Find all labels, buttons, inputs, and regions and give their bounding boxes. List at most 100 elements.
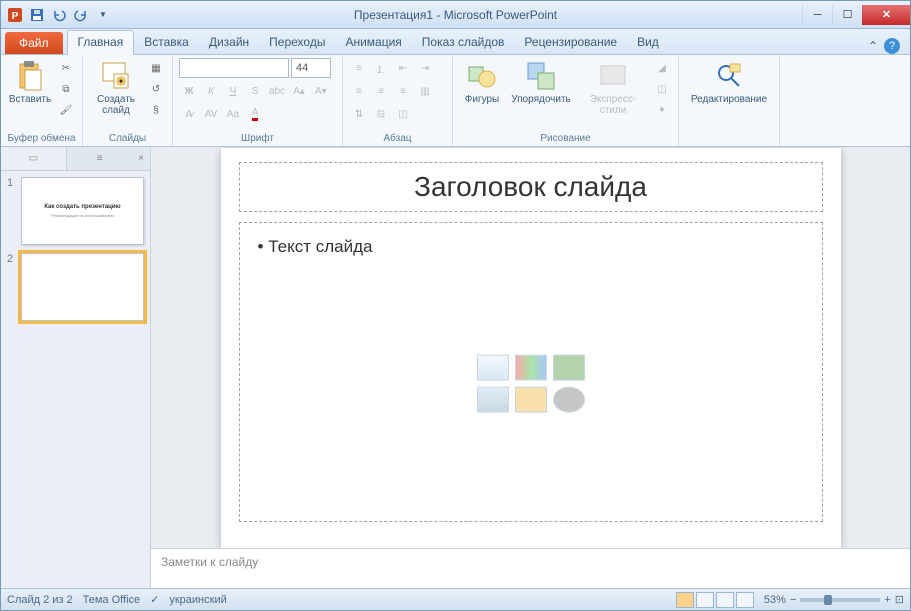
- font-family-combo[interactable]: [179, 58, 289, 78]
- tab-design[interactable]: Дизайн: [199, 31, 259, 54]
- smartart-convert-icon[interactable]: ◫: [393, 104, 413, 124]
- format-painter-icon[interactable]: 🖌: [56, 100, 76, 120]
- grow-font-icon[interactable]: A▴: [289, 81, 309, 101]
- group-editing: Редактирование: [679, 55, 780, 146]
- font-color-icon[interactable]: A: [245, 104, 265, 124]
- group-drawing: Фигуры Упорядочить Экспресс-стили ◢ ◫ ✦ …: [453, 55, 679, 146]
- insert-media-icon[interactable]: [553, 386, 585, 412]
- tab-animation[interactable]: Анимация: [335, 31, 411, 54]
- zoom-level[interactable]: 53%: [764, 594, 786, 606]
- redo-icon[interactable]: [71, 5, 91, 25]
- columns-icon[interactable]: ▥: [415, 81, 435, 101]
- tab-view[interactable]: Вид: [627, 31, 669, 54]
- save-icon[interactable]: [27, 5, 47, 25]
- copy-icon[interactable]: ⧉: [56, 79, 76, 99]
- tab-file[interactable]: Файл: [5, 32, 63, 54]
- editor-area: Заголовок слайда Текст слайда: [151, 147, 910, 588]
- text-direction-icon[interactable]: ⇅: [349, 104, 369, 124]
- content-placeholder[interactable]: Текст слайда: [239, 222, 823, 522]
- ribbon-tabs: Файл Главная Вставка Дизайн Переходы Ани…: [1, 29, 910, 55]
- zoom-slider[interactable]: [800, 598, 880, 602]
- shapes-button[interactable]: Фигуры: [459, 58, 505, 107]
- group-clipboard: Вставить ✂ ⧉ 🖌 Буфер обмена: [1, 55, 83, 146]
- editing-button[interactable]: Редактирование: [685, 58, 773, 107]
- layout-icon[interactable]: ▦: [146, 58, 166, 78]
- reset-icon[interactable]: ↺: [146, 79, 166, 99]
- panel-tab-slides[interactable]: ▭: [1, 147, 67, 170]
- align-center-icon[interactable]: ≡: [371, 81, 391, 101]
- notes-pane[interactable]: Заметки к слайду: [151, 548, 910, 588]
- underline-icon[interactable]: Ч: [223, 81, 243, 101]
- help-icon[interactable]: ?: [884, 38, 900, 54]
- window-controls: ─ ☐ ✕: [802, 5, 910, 25]
- shadow-icon[interactable]: abc: [267, 81, 287, 101]
- insert-chart-icon[interactable]: [515, 354, 547, 380]
- align-right-icon[interactable]: ≡: [393, 81, 413, 101]
- indent-dec-icon[interactable]: ⇤: [393, 58, 413, 78]
- insert-picture-icon[interactable]: [477, 386, 509, 412]
- minimize-button[interactable]: ─: [802, 5, 832, 25]
- shape-outline-icon[interactable]: ◫: [652, 79, 672, 99]
- tab-review[interactable]: Рецензирование: [514, 31, 627, 54]
- content-icon-grid: [477, 354, 585, 412]
- bold-icon[interactable]: Ж: [179, 81, 199, 101]
- view-buttons: [676, 592, 754, 608]
- insert-table-icon[interactable]: [477, 354, 509, 380]
- tab-transitions[interactable]: Переходы: [259, 31, 335, 54]
- numbering-icon[interactable]: ⒈: [371, 58, 391, 78]
- tab-slideshow[interactable]: Показ слайдов: [412, 31, 515, 54]
- spellcheck-icon[interactable]: ✓: [150, 593, 159, 606]
- panel-close-icon[interactable]: ×: [132, 147, 150, 170]
- zoom-control: 53% − + ⊡: [764, 593, 904, 606]
- qat-dropdown-icon[interactable]: ▼: [93, 5, 113, 25]
- undo-icon[interactable]: [49, 5, 69, 25]
- paste-button[interactable]: Вставить: [7, 58, 53, 107]
- align-left-icon[interactable]: ≡: [349, 81, 369, 101]
- fit-icon[interactable]: ⊡: [895, 593, 904, 606]
- insert-smartart-icon[interactable]: [553, 354, 585, 380]
- cut-icon[interactable]: ✂: [56, 58, 76, 78]
- sorter-view-icon[interactable]: [696, 592, 714, 608]
- slideshow-view-icon[interactable]: [736, 592, 754, 608]
- title-placeholder[interactable]: Заголовок слайда: [239, 162, 823, 212]
- thumbnail-2[interactable]: 2: [7, 253, 144, 321]
- panel-tab-outline[interactable]: ≡: [67, 147, 132, 170]
- quick-access-toolbar: P ▼: [1, 5, 117, 25]
- status-language[interactable]: украинский: [169, 594, 226, 606]
- tab-insert[interactable]: Вставка: [134, 31, 199, 54]
- close-button[interactable]: ✕: [862, 5, 910, 25]
- minimize-ribbon-icon[interactable]: ⌃: [868, 39, 878, 53]
- normal-view-icon[interactable]: [676, 592, 694, 608]
- zoom-out-icon[interactable]: −: [790, 594, 796, 606]
- svg-text:P: P: [12, 11, 19, 22]
- group-paragraph: ≡ ⒈ ⇤ ⇥ ≡ ≡ ≡ ▥ ⇅ ⊟ ◫ Абзац: [343, 55, 453, 146]
- bullets-icon[interactable]: ≡: [349, 58, 369, 78]
- tab-home[interactable]: Главная: [67, 30, 135, 55]
- slide: Заголовок слайда Текст слайда: [221, 148, 841, 548]
- font-size-combo[interactable]: [291, 58, 331, 78]
- quick-styles-button[interactable]: Экспресс-стили: [577, 58, 649, 118]
- strike-icon[interactable]: S: [245, 81, 265, 101]
- ribbon: Вставить ✂ ⧉ 🖌 Буфер обмена ✦ Создать сл…: [1, 55, 910, 147]
- maximize-button[interactable]: ☐: [832, 5, 862, 25]
- new-slide-button[interactable]: ✦ Создать слайд: [89, 58, 143, 118]
- status-bar: Слайд 2 из 2 Тема Office ✓ украинский 53…: [1, 588, 910, 610]
- shape-fill-icon[interactable]: ◢: [652, 58, 672, 78]
- insert-clipart-icon[interactable]: [515, 386, 547, 412]
- italic-icon[interactable]: К: [201, 81, 221, 101]
- slide-canvas[interactable]: Заголовок слайда Текст слайда: [151, 147, 910, 548]
- shrink-font-icon[interactable]: A▾: [311, 81, 331, 101]
- thumbnail-1[interactable]: 1 Как создать презентацию Рекомендации п…: [7, 177, 144, 245]
- reading-view-icon[interactable]: [716, 592, 734, 608]
- change-case-icon[interactable]: Aa: [223, 104, 243, 124]
- shape-effects-icon[interactable]: ✦: [652, 100, 672, 120]
- char-spacing-icon[interactable]: AV: [201, 104, 221, 124]
- app-icon[interactable]: P: [5, 5, 25, 25]
- arrange-button[interactable]: Упорядочить: [508, 58, 574, 107]
- status-slide: Слайд 2 из 2: [7, 594, 73, 606]
- clear-format-icon[interactable]: A̷: [179, 104, 199, 124]
- align-text-icon[interactable]: ⊟: [371, 104, 391, 124]
- indent-inc-icon[interactable]: ⇥: [415, 58, 435, 78]
- zoom-in-icon[interactable]: +: [884, 594, 890, 606]
- section-icon[interactable]: §: [146, 100, 166, 120]
